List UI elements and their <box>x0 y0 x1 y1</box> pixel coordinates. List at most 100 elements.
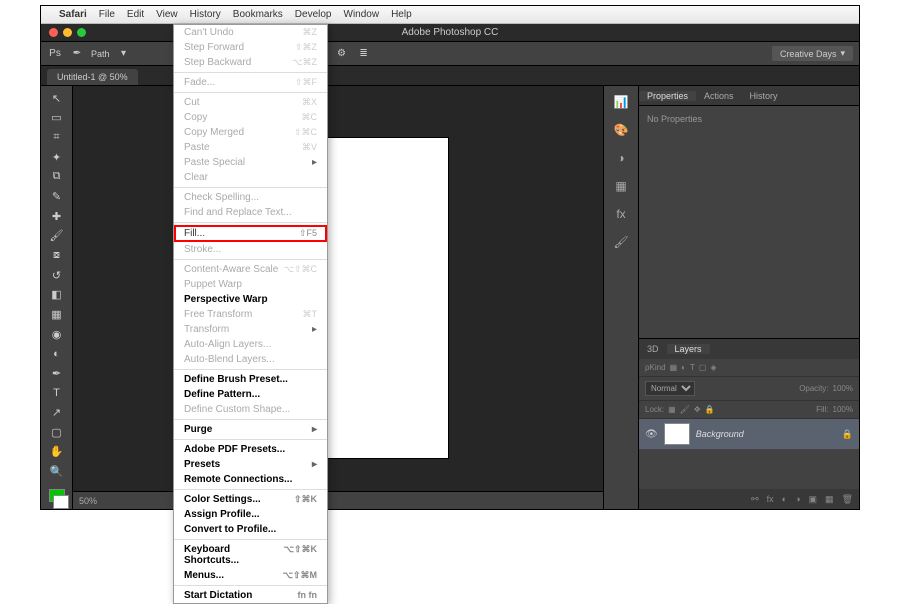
align-icon[interactable]: ≣ <box>356 46 372 62</box>
blur-tool-icon[interactable]: ◉ <box>46 326 68 343</box>
visibility-icon[interactable]: 👁 <box>645 429 658 440</box>
properties-panel-tabs: Properties Actions History <box>639 86 859 106</box>
pen-tool-icon[interactable]: ✒ <box>69 46 85 62</box>
adjustment-layer-icon[interactable]: ◑ <box>795 494 800 504</box>
eyedropper-tool-icon[interactable]: ✎ <box>46 188 68 205</box>
filter-adj-icon[interactable]: ◐ <box>681 363 686 372</box>
menu-item-cut: Cut⌘X <box>174 95 327 110</box>
close-button[interactable] <box>49 28 58 37</box>
crop-tool-icon[interactable]: ⧉ <box>46 169 68 186</box>
menu-item-clear: Clear <box>174 170 327 185</box>
menu-item-fill[interactable]: Fill...⇧F5 <box>174 225 327 242</box>
opacity-label: Opacity: <box>799 384 828 393</box>
document-tabbar: Untitled-1 @ 50% <box>41 66 859 86</box>
path-tool-icon[interactable]: ↗ <box>46 404 68 421</box>
menu-help[interactable]: Help <box>391 9 412 20</box>
type-tool-icon[interactable]: T <box>46 385 68 402</box>
filter-shape-icon[interactable]: ▢ <box>699 363 707 372</box>
traffic-lights <box>49 28 86 37</box>
fill-value[interactable]: 100% <box>833 405 853 414</box>
menu-window[interactable]: Window <box>344 9 380 20</box>
menu-item-perspective-warp[interactable]: Perspective Warp <box>174 292 327 307</box>
new-layer-icon[interactable]: ▦ <box>825 494 834 505</box>
document-tab[interactable]: Untitled-1 @ 50% <box>47 69 138 85</box>
history-brush-icon[interactable]: ↺ <box>46 267 68 284</box>
menu-history[interactable]: History <box>190 9 221 20</box>
menu-safari[interactable]: Safari <box>59 9 87 20</box>
brush-tool-icon[interactable]: 🖌 <box>46 227 68 244</box>
move-tool-icon[interactable]: ↖ <box>46 90 68 107</box>
swatches-icon[interactable]: ▦ <box>611 176 631 196</box>
lasso-tool-icon[interactable]: ⌗ <box>46 129 68 146</box>
eraser-tool-icon[interactable]: ◧ <box>46 286 68 303</box>
tab-properties[interactable]: Properties <box>639 91 696 101</box>
menu-item-presets[interactable]: Presets▸ <box>174 457 327 472</box>
edit-menu-dropdown: Can't Undo⌘ZStep Forward⇧⌘ZStep Backward… <box>173 24 328 604</box>
zoom-button[interactable] <box>77 28 86 37</box>
filter-type-icon[interactable]: T <box>690 363 695 372</box>
layer-name[interactable]: Background <box>696 429 744 439</box>
marquee-tool-icon[interactable]: ▭ <box>46 110 68 127</box>
menu-item-define-pattern[interactable]: Define Pattern... <box>174 387 327 402</box>
lock-all-icon[interactable]: 🔒 <box>705 405 715 414</box>
trash-icon[interactable]: 🗑 <box>842 494 853 505</box>
menu-bookmarks[interactable]: Bookmarks <box>233 9 283 20</box>
histogram-icon[interactable]: 📊 <box>611 92 631 112</box>
zoom-level[interactable]: 50% <box>79 496 97 506</box>
menu-item-purge[interactable]: Purge▸ <box>174 422 327 437</box>
menu-view[interactable]: View <box>156 9 178 20</box>
lock-transparent-icon[interactable]: ▦ <box>668 405 676 414</box>
menu-item-paste: Paste⌘V <box>174 140 327 155</box>
background-color[interactable] <box>53 495 69 509</box>
wand-tool-icon[interactable]: ✦ <box>46 149 68 166</box>
layer-mask-icon[interactable]: ◐ <box>782 494 787 504</box>
pen-tool-icon[interactable]: ✒ <box>46 365 68 382</box>
workspace-switcher[interactable]: Creative Days▾ <box>772 46 853 61</box>
filter-smart-icon[interactable]: ◈ <box>710 363 716 372</box>
gear-icon[interactable]: ⚙ <box>334 46 350 62</box>
lock-position-icon[interactable]: ✥ <box>694 405 701 414</box>
adjustments-icon[interactable]: ◑ <box>611 148 631 168</box>
chevron-down-icon[interactable]: ▾ <box>116 46 132 62</box>
lock-paint-icon[interactable]: 🖌 <box>680 405 690 414</box>
heal-tool-icon[interactable]: ✚ <box>46 208 68 225</box>
menu-item-auto-align-layers: Auto-Align Layers... <box>174 337 327 352</box>
gradient-tool-icon[interactable]: ▦ <box>46 306 68 323</box>
styles-icon[interactable]: fx <box>611 204 631 224</box>
menu-item-color-settings[interactable]: Color Settings...⇧⌘K <box>174 492 327 507</box>
window-titlebar: Adobe Photoshop CC <box>41 24 859 42</box>
menu-file[interactable]: File <box>99 9 115 20</box>
zoom-tool-icon[interactable]: 🔍 <box>46 463 68 480</box>
tab-layers[interactable]: Layers <box>667 344 710 354</box>
menu-item-assign-profile[interactable]: Assign Profile... <box>174 507 327 522</box>
tab-actions[interactable]: Actions <box>696 91 742 101</box>
menu-item-keyboard-shortcuts[interactable]: Keyboard Shortcuts...⌥⇧⌘K <box>174 542 327 568</box>
tab-history[interactable]: History <box>742 91 786 101</box>
menu-item-remote-connections[interactable]: Remote Connections... <box>174 472 327 487</box>
tab-3d[interactable]: 3D <box>639 344 667 354</box>
minimize-button[interactable] <box>63 28 72 37</box>
menu-develop[interactable]: Develop <box>295 9 332 20</box>
opacity-value[interactable]: 100% <box>833 384 853 393</box>
menu-item-start-dictation[interactable]: Start Dictationfn fn <box>174 588 327 603</box>
layer-row[interactable]: 👁 Background 🔒 <box>639 419 859 449</box>
layer-fx-icon[interactable]: fx <box>767 494 774 504</box>
menu-edit[interactable]: Edit <box>127 9 144 20</box>
menu-item-convert-to-profile[interactable]: Convert to Profile... <box>174 522 327 537</box>
layer-thumbnail[interactable] <box>664 423 690 445</box>
group-icon[interactable]: ▣ <box>809 494 818 505</box>
shape-tool-icon[interactable]: ▢ <box>46 424 68 441</box>
ps-logo-icon[interactable]: Ps <box>47 46 63 62</box>
hand-tool-icon[interactable]: ✋ <box>46 444 68 461</box>
menu-item-define-brush-preset[interactable]: Define Brush Preset... <box>174 372 327 387</box>
link-layers-icon[interactable]: ⚯ <box>751 494 759 505</box>
menu-item-adobe-pdf-presets[interactable]: Adobe PDF Presets... <box>174 442 327 457</box>
filter-pixel-icon[interactable]: ▦ <box>670 363 678 372</box>
blend-mode-select[interactable]: Normal <box>645 381 695 396</box>
menu-item-find-and-replace-text: Find and Replace Text... <box>174 205 327 220</box>
stamp-tool-icon[interactable]: ⧇ <box>46 247 68 264</box>
menu-item-menus[interactable]: Menus...⌥⇧⌘M <box>174 568 327 583</box>
color-icon[interactable]: 🎨 <box>611 120 631 140</box>
brushes-icon[interactable]: 🖌 <box>611 232 631 252</box>
dodge-tool-icon[interactable]: ◐ <box>46 345 68 362</box>
